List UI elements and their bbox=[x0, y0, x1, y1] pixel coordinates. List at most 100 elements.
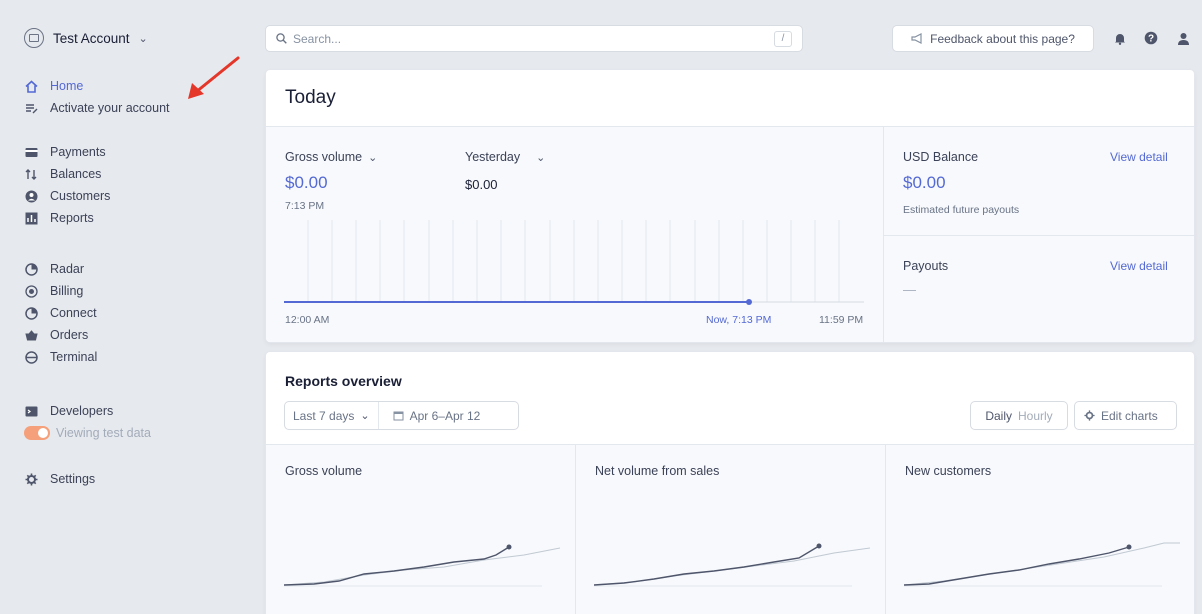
balance-view-detail-link[interactable]: View detail bbox=[1110, 150, 1168, 164]
nav-group-dev: Developers Viewing test data bbox=[24, 400, 151, 444]
bell-icon[interactable] bbox=[1112, 30, 1128, 46]
today-title: Today bbox=[266, 70, 1194, 127]
divider bbox=[884, 235, 1194, 236]
payouts-view-detail-link[interactable]: View detail bbox=[1110, 259, 1168, 273]
reports-title: Reports overview bbox=[285, 373, 402, 389]
sidebar-item-settings[interactable]: Settings bbox=[24, 468, 95, 490]
nav-group-products: Radar Billing Connect Orders Terminal bbox=[24, 258, 97, 368]
report-chart-label: Gross volume bbox=[285, 464, 363, 478]
sidebar-item-reports[interactable]: Reports bbox=[24, 207, 110, 229]
sidebar-item-label: Customers bbox=[50, 189, 111, 203]
nav-group-data: Payments Balances Customers Reports bbox=[24, 141, 110, 229]
terminal-icon bbox=[24, 350, 38, 364]
sparkline-new-customers bbox=[904, 542, 1180, 587]
search-placeholder: Search... bbox=[293, 31, 342, 46]
sidebar-item-billing[interactable]: Billing bbox=[24, 280, 97, 302]
sparkline-net-volume bbox=[594, 543, 870, 587]
sidebar-item-customers[interactable]: Customers bbox=[24, 185, 110, 207]
annotation-arrow bbox=[188, 56, 240, 99]
sidebar-item-radar[interactable]: Radar bbox=[24, 258, 97, 280]
payouts-label: Payouts bbox=[903, 259, 949, 273]
feedback-label: Feedback about this page? bbox=[930, 31, 1075, 46]
balance-value: $0.00 bbox=[903, 173, 946, 192]
gross-volume-label: Gross volume bbox=[285, 150, 363, 164]
search-input[interactable]: Search... / bbox=[266, 26, 802, 51]
billing-icon bbox=[24, 284, 38, 298]
report-chart-label: New customers bbox=[905, 464, 992, 478]
reports-icon bbox=[24, 211, 38, 225]
chevron-down-icon: ⌄ bbox=[368, 151, 378, 164]
connect-icon bbox=[24, 306, 38, 320]
orders-icon bbox=[24, 328, 38, 342]
range-select-label: Last 7 days bbox=[293, 408, 355, 423]
today-chart bbox=[284, 220, 864, 305]
reports-charts: Gross volume Net volume from sales New c… bbox=[266, 444, 1194, 614]
report-chart-label: Net volume from sales bbox=[595, 464, 720, 478]
sidebar-item-payments[interactable]: Payments bbox=[24, 141, 110, 163]
sidebar-item-balances[interactable]: Balances bbox=[24, 163, 110, 185]
account-icon bbox=[24, 28, 44, 48]
sidebar-item-label: Reports bbox=[50, 211, 94, 225]
today-card: Today Gross volume ⌄ $0.00 7:13 PM Yeste… bbox=[266, 70, 1194, 342]
date-range-picker[interactable]: Apr 6–Apr 12 bbox=[385, 409, 489, 423]
user-icon[interactable] bbox=[1175, 30, 1191, 46]
nav-group-main: Home Activate your account bbox=[24, 75, 170, 119]
range-select[interactable]: Last 7 days ⌄ bbox=[285, 402, 379, 429]
gear-icon bbox=[1084, 410, 1095, 421]
payments-icon bbox=[24, 145, 38, 159]
sidebar-item-developers[interactable]: Developers bbox=[24, 400, 151, 422]
sidebar-item-label: Billing bbox=[50, 284, 84, 298]
sidebar-item-label: Connect bbox=[50, 306, 97, 320]
sidebar-item-home[interactable]: Home bbox=[24, 75, 170, 97]
toggle-switch[interactable] bbox=[24, 426, 50, 440]
developers-icon bbox=[24, 404, 38, 418]
sidebar-item-label: Developers bbox=[50, 404, 114, 418]
balance-label: USD Balance bbox=[903, 150, 979, 164]
axis-now-label: Now, 7:13 PM bbox=[706, 314, 772, 326]
compare-label: Yesterday bbox=[465, 150, 521, 164]
search-icon bbox=[276, 33, 287, 44]
sidebar-item-label: Orders bbox=[50, 328, 89, 342]
gross-volume-time: 7:13 PM bbox=[285, 200, 325, 212]
compare-selector[interactable]: Yesterday ⌄ bbox=[465, 150, 545, 164]
help-icon[interactable]: ? bbox=[1143, 30, 1159, 46]
axis-end-label: 11:59 PM bbox=[819, 314, 864, 326]
sidebar-item-label: Balances bbox=[50, 167, 102, 181]
sidebar-item-label: Radar bbox=[50, 262, 85, 276]
chevron-down-icon: ⌄ bbox=[138, 32, 148, 45]
gross-volume-selector[interactable]: Gross volume ⌄ bbox=[285, 150, 377, 164]
granularity-toggle[interactable]: Daily Hourly bbox=[971, 402, 1067, 429]
sidebar-item-activate-account[interactable]: Activate your account bbox=[24, 97, 170, 119]
sidebar-item-label: Settings bbox=[50, 472, 96, 486]
chevron-down-icon: ⌄ bbox=[360, 410, 370, 422]
feedback-button[interactable]: Feedback about this page? bbox=[893, 26, 1093, 51]
nav-group-settings: Settings bbox=[24, 468, 95, 490]
svg-text:?: ? bbox=[1148, 34, 1154, 45]
sidebar-item-label: Viewing test data bbox=[56, 426, 151, 440]
customers-icon bbox=[24, 189, 38, 203]
edit-charts-label: Edit charts bbox=[1101, 408, 1158, 423]
chevron-down-icon: ⌄ bbox=[536, 151, 546, 164]
gear-icon bbox=[24, 472, 38, 486]
sparkline-gross-volume bbox=[284, 544, 560, 587]
sidebar-item-terminal[interactable]: Terminal bbox=[24, 346, 97, 368]
report-chart-net-volume[interactable]: Net volume from sales bbox=[576, 445, 885, 614]
home-icon bbox=[24, 79, 38, 93]
sidebar-item-orders[interactable]: Orders bbox=[24, 324, 97, 346]
payouts-value: — bbox=[903, 282, 916, 297]
radar-icon bbox=[24, 262, 38, 276]
gross-volume-value: $0.00 bbox=[285, 173, 328, 192]
sidebar-item-connect[interactable]: Connect bbox=[24, 302, 97, 324]
reports-card: Reports overview Last 7 days ⌄ Apr 6–Apr… bbox=[266, 352, 1194, 614]
account-switcher[interactable]: Test Account ⌄ bbox=[24, 26, 148, 50]
sidebar-item-label: Payments bbox=[50, 145, 106, 159]
account-name: Test Account bbox=[53, 30, 130, 46]
granularity-hourly[interactable]: Hourly bbox=[1018, 409, 1053, 423]
balance-note: Estimated future payouts bbox=[903, 204, 1020, 216]
edit-charts-button[interactable]: Edit charts bbox=[1075, 402, 1176, 429]
report-chart-new-customers[interactable]: New customers bbox=[886, 445, 1194, 614]
balances-icon bbox=[24, 167, 38, 181]
report-chart-gross-volume[interactable]: Gross volume bbox=[266, 445, 575, 614]
granularity-daily[interactable]: Daily bbox=[985, 409, 1012, 423]
test-data-toggle[interactable]: Viewing test data bbox=[24, 422, 151, 444]
